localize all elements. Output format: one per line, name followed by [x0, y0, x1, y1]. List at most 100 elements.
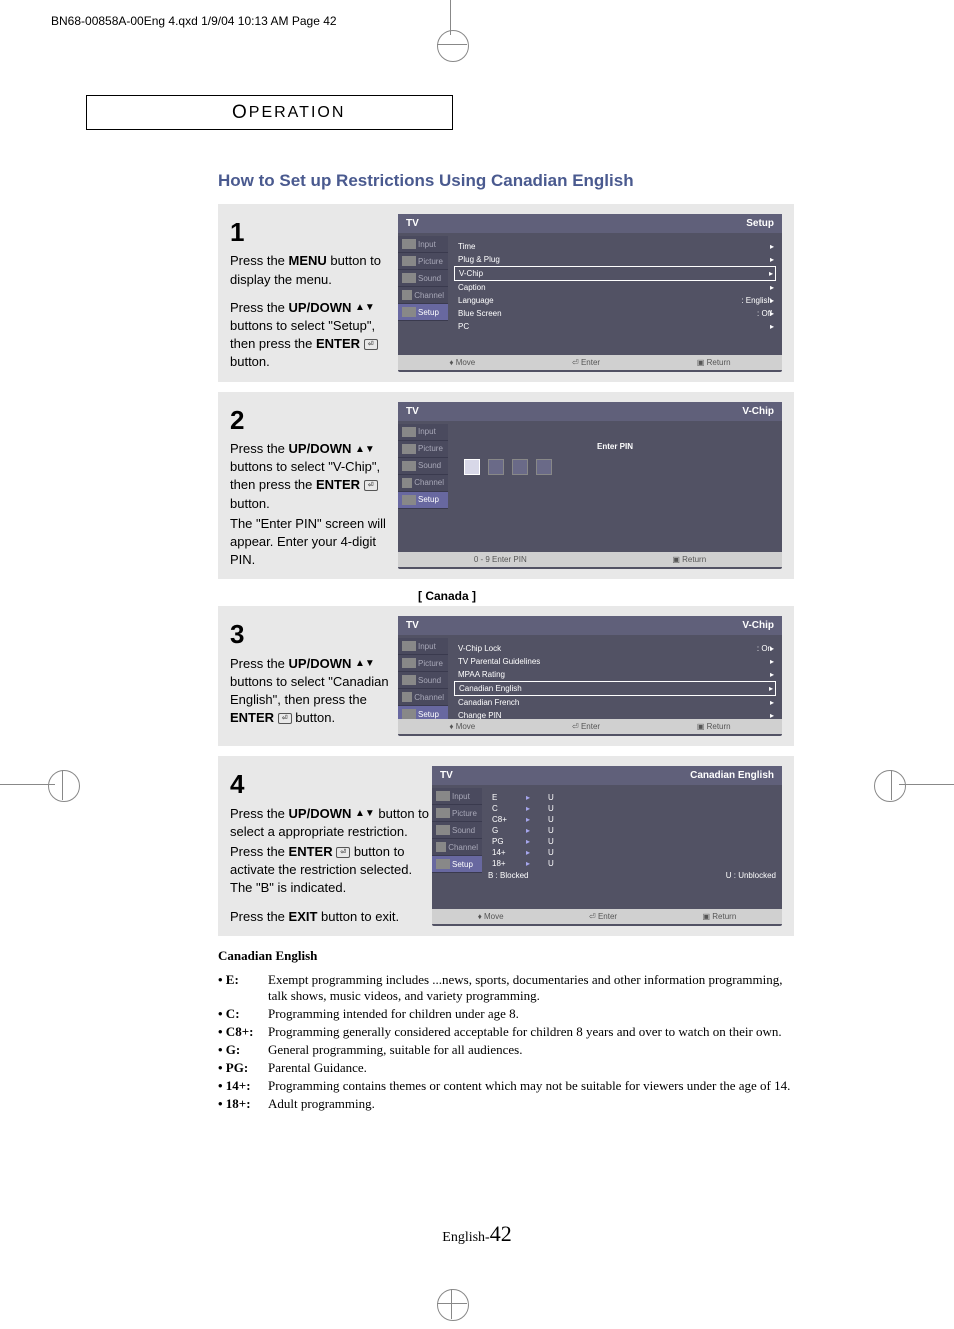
menu3-side-sound: Sound: [398, 672, 448, 689]
def-e: • E:Exempt programming includes ...news,…: [218, 972, 794, 1004]
crop-mark-top: [437, 0, 467, 55]
menu3-item-mpaa: MPAA Rating▸: [454, 668, 776, 681]
menu4-footer-move: ♦ Move: [478, 912, 504, 921]
menu2-title-left: TV: [406, 406, 419, 417]
definitions: Canadian English • E:Exempt programming …: [218, 948, 794, 1112]
menu2-pin-boxes: [464, 459, 776, 475]
def-18: • 18+:Adult programming.: [218, 1096, 794, 1112]
step-3: 3 Press the UP/DOWN ▲▼ buttons to select…: [218, 606, 794, 746]
step-4-para3: Press the EXIT button to exit.: [230, 908, 432, 926]
menu3-title-left: TV: [406, 620, 419, 631]
menu4-side-input: Input: [432, 788, 482, 805]
pin-box-4: [536, 459, 552, 475]
menu1-side-setup: Setup: [398, 304, 448, 321]
menu2-footer-return: ▣ Return: [672, 555, 706, 564]
step-2-para1: Press the UP/DOWN ▲▼ buttons to select "…: [230, 440, 398, 513]
crop-mark-bottom: [437, 1289, 467, 1319]
step-1-para1: Press the MENU button to display the men…: [230, 252, 398, 288]
menu4-rating-14: 14+▸U: [488, 847, 776, 858]
print-header: BN68-00858A-00Eng 4.qxd 1/9/04 10:13 AM …: [51, 14, 337, 28]
menu3-item-parental: TV Parental Guidelines▸: [454, 655, 776, 668]
definitions-title: Canadian English: [218, 948, 794, 964]
menu4-side-sound: Sound: [432, 822, 482, 839]
menu4-title-left: TV: [440, 770, 453, 781]
menu1-title-left: TV: [406, 218, 419, 229]
step-3-num: 3: [230, 616, 398, 652]
step-3-para1: Press the UP/DOWN ▲▼ buttons to select "…: [230, 655, 398, 728]
menu1-title-right: Setup: [746, 218, 774, 229]
menu2-footer-pin: 0 - 9 Enter PIN: [474, 555, 527, 564]
step-2-num: 2: [230, 402, 398, 438]
menu-screenshot-4: TV Canadian English Input Picture Sound …: [432, 766, 782, 926]
menu-screenshot-3: TV V-Chip Input Picture Sound Channel Se…: [398, 616, 782, 736]
step-4: 4 Press the UP/DOWN ▲▼ button to select …: [218, 756, 794, 936]
menu4-rating-e: E▸U: [488, 792, 776, 803]
menu4-side-channel: Channel: [432, 839, 482, 856]
def-c: • C:Programming intended for children un…: [218, 1006, 794, 1022]
step-4-num: 4: [230, 766, 432, 802]
menu1-footer-enter: ⏎ Enter: [572, 358, 600, 367]
page-footer: English-42: [0, 1221, 954, 1247]
menu3-side-channel: Channel: [398, 689, 448, 706]
page-title: How to Set up Restrictions Using Canadia…: [218, 170, 794, 192]
menu4-rating-c: C▸U: [488, 803, 776, 814]
def-14: • 14+:Programming contains themes or con…: [218, 1078, 794, 1094]
menu2-enter-pin-label: Enter PIN: [454, 442, 776, 451]
menu1-side-picture: Picture: [398, 253, 448, 270]
menu4-legend-u: U : Unblocked: [726, 871, 776, 880]
menu3-item-lock: V-Chip Lock: On▸: [454, 642, 776, 655]
menu2-title-right: V-Chip: [742, 406, 774, 417]
menu3-side-picture: Picture: [398, 655, 448, 672]
def-c8: • C8+:Programming generally considered a…: [218, 1024, 794, 1040]
step-1-num: 1: [230, 214, 398, 250]
menu3-footer-return: ▣ Return: [697, 722, 731, 731]
menu1-item-time: Time▸: [454, 240, 776, 253]
page-footer-num: 42: [490, 1221, 512, 1246]
menu1-item-vchip: V-Chip▸: [454, 266, 776, 281]
section-header: OPERATION: [86, 95, 453, 130]
menu4-rating-18: 18+▸U: [488, 858, 776, 869]
menu4-rating-c8: C8+▸U: [488, 814, 776, 825]
step-2: 2 Press the UP/DOWN ▲▼ buttons to select…: [218, 392, 794, 580]
section-header-cap: O: [232, 102, 249, 124]
crop-mark-right: [879, 770, 954, 800]
menu3-item-can-fr: Canadian French▸: [454, 696, 776, 709]
def-pg: • PG:Parental Guidance.: [218, 1060, 794, 1076]
menu1-footer-return: ▣ Return: [697, 358, 731, 367]
menu3-side-input: Input: [398, 638, 448, 655]
section-header-text: PERATION: [249, 104, 346, 122]
menu3-footer-enter: ⏎ Enter: [572, 722, 600, 731]
menu1-item-caption: Caption▸: [454, 281, 776, 294]
menu1-side-sound: Sound: [398, 270, 448, 287]
menu1-item-bluescreen: Blue Screen: Off▸: [454, 307, 776, 320]
page-footer-prefix: English-: [442, 1230, 489, 1245]
menu1-side-channel: Channel: [398, 287, 448, 304]
menu4-side-setup: Setup: [432, 856, 482, 873]
menu1-item-pc: PC▸: [454, 320, 776, 333]
menu4-legend-b: B : Blocked: [488, 871, 528, 880]
pin-box-1: [464, 459, 480, 475]
step-1: 1 Press the MENU button to display the m…: [218, 204, 794, 382]
step-4-para2: Press the ENTER ⏎ button to activate the…: [230, 843, 432, 898]
pin-box-2: [488, 459, 504, 475]
menu-screenshot-1: TV Setup Input Picture Sound Channel Set…: [398, 214, 782, 372]
menu1-footer-move: ♦ Move: [449, 358, 475, 367]
menu3-footer-move: ♦ Move: [449, 722, 475, 731]
step-4-para1: Press the UP/DOWN ▲▼ button to select a …: [230, 805, 432, 841]
menu2-side-setup: Setup: [398, 492, 448, 509]
menu4-rating-g: G▸U: [488, 825, 776, 836]
step-2-para2: The "Enter PIN" screen will appear. Ente…: [230, 515, 398, 570]
menu4-footer-enter: ⏎ Enter: [589, 912, 617, 921]
menu4-title-right: Canadian English: [690, 770, 774, 781]
menu1-side-input: Input: [398, 236, 448, 253]
step-1-para2: Press the UP/DOWN ▲▼ buttons to select "…: [230, 299, 398, 372]
def-g: • G:General programming, suitable for al…: [218, 1042, 794, 1058]
menu2-side-input: Input: [398, 424, 448, 441]
menu2-side-sound: Sound: [398, 458, 448, 475]
menu2-side-picture: Picture: [398, 441, 448, 458]
menu4-footer-return: ▣ Return: [702, 912, 736, 921]
menu-screenshot-2: TV V-Chip Input Picture Sound Channel Se…: [398, 402, 782, 570]
crop-mark-left: [0, 770, 75, 800]
menu2-side-channel: Channel: [398, 475, 448, 492]
menu4-side-picture: Picture: [432, 805, 482, 822]
